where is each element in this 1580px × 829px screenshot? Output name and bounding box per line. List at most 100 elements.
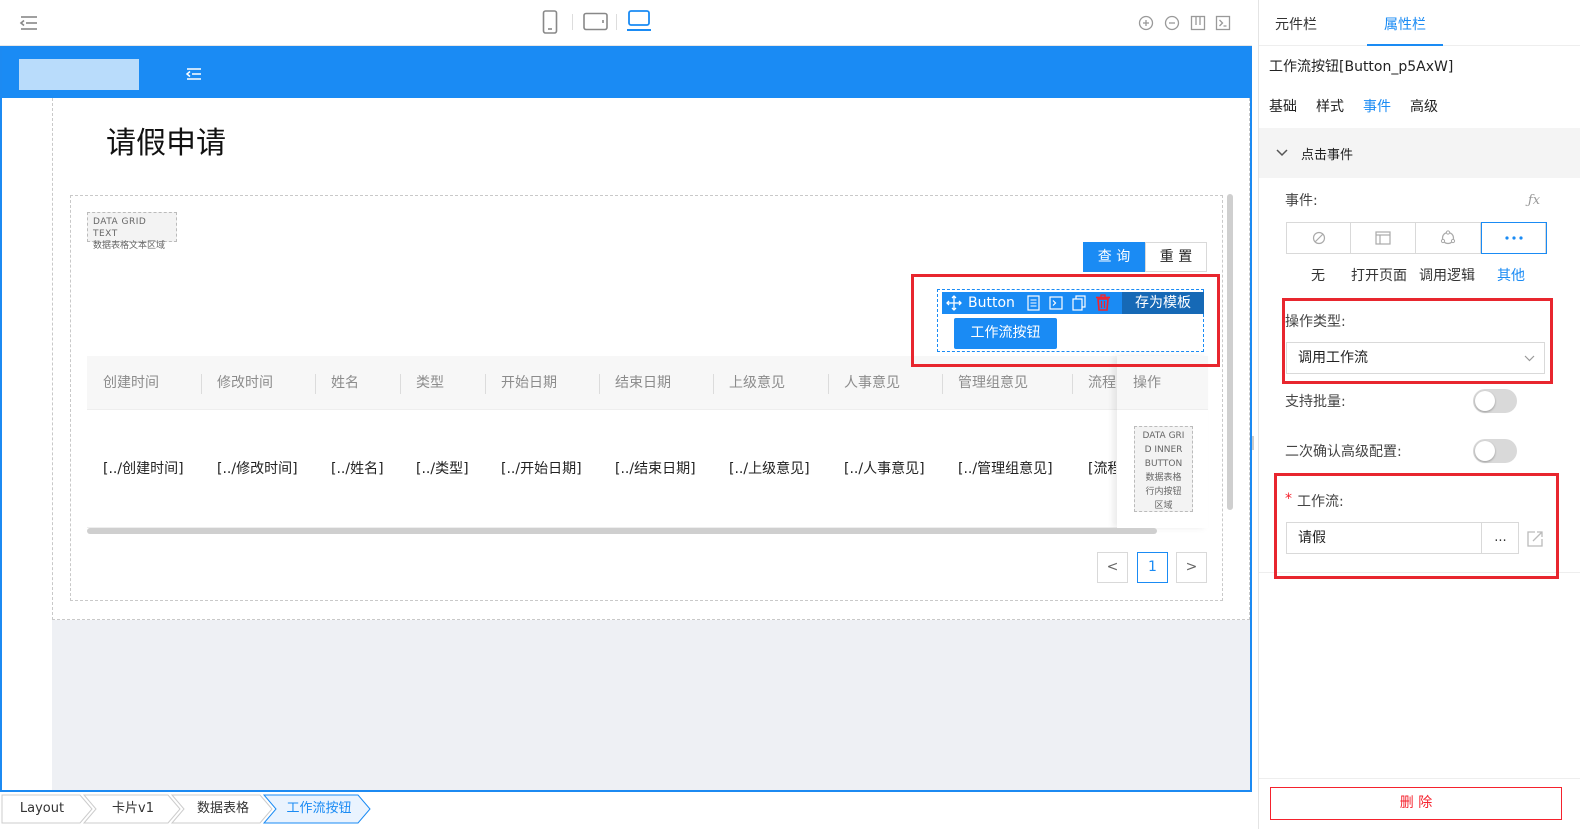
layout-icon[interactable] <box>1188 13 1208 33</box>
vertical-scrollbar[interactable] <box>1227 194 1233 510</box>
tablet-device-icon[interactable] <box>582 10 610 34</box>
table-cell: [../类型] <box>416 461 469 477</box>
subtab-style[interactable]: 样式 <box>1316 96 1344 116</box>
tab-components[interactable]: 元件栏 <box>1275 0 1317 46</box>
column-header: 创建时间 <box>103 375 159 391</box>
section-header[interactable]: 点击事件 <box>1259 128 1580 178</box>
table-cell: [流程 <box>1088 461 1116 477</box>
property-panel: 元件栏 属性栏 工作流按钮[Button_p5AxW] 基础 样式 事件 高级 … <box>1258 0 1580 829</box>
column-separator <box>1072 374 1073 394</box>
table-row: [../创建时间] [../修改时间] [../姓名] [../类型] [../… <box>87 410 1208 528</box>
column-header: 修改时间 <box>217 375 273 391</box>
table-cell: [../结束日期] <box>615 461 696 477</box>
breadcrumb-item[interactable]: Layout <box>6 795 78 823</box>
zoom-in-icon[interactable] <box>1136 13 1156 33</box>
app-header <box>2 48 1250 98</box>
subtab-events[interactable]: 事件 <box>1363 96 1391 116</box>
subtab-advanced[interactable]: 高级 <box>1410 96 1438 116</box>
delete-button[interactable]: 删 除 <box>1270 787 1562 820</box>
column-separator <box>942 374 943 394</box>
fixed-action-column: 操作 DATA GRI D INNER BUTTON 数据表格 行内按钮 区域 <box>1117 356 1208 528</box>
splitter-handle[interactable] <box>1252 436 1254 450</box>
pagination-page-button[interactable]: 1 <box>1137 552 1168 583</box>
placeholder-line: 行内按钮 <box>1145 487 1182 497</box>
open-page-option-icon[interactable] <box>1351 223 1416 253</box>
top-toolbar <box>0 0 1252 46</box>
code-icon[interactable] <box>1213 13 1233 33</box>
column-header: 类型 <box>416 375 444 391</box>
column-separator <box>201 374 202 394</box>
reset-button[interactable]: 重 置 <box>1145 242 1207 272</box>
column-header: 姓名 <box>331 375 359 391</box>
event-option-label[interactable]: 调用逻辑 <box>1419 265 1475 285</box>
event-type-segment <box>1286 222 1547 254</box>
placeholder-line: 数据表格 <box>1145 473 1182 483</box>
panel-tabs: 元件栏 属性栏 <box>1259 0 1580 46</box>
batch-toggle[interactable] <box>1473 389 1517 413</box>
toggle-knob <box>1475 441 1495 461</box>
column-header: 结束日期 <box>615 375 671 391</box>
toggle-knob <box>1475 391 1495 411</box>
event-label: 事件: <box>1285 193 1318 209</box>
placeholder-line: 数据表格文本区域 <box>93 241 166 251</box>
section-title: 点击事件 <box>1301 148 1354 163</box>
table-cell: [../管理组意见] <box>958 461 1053 477</box>
horizontal-scrollbar[interactable] <box>87 528 1157 534</box>
column-header: 人事意见 <box>844 375 900 391</box>
confirm-toggle[interactable] <box>1473 439 1517 463</box>
pagination-next-button[interactable]: > <box>1176 552 1207 583</box>
column-separator <box>713 374 714 394</box>
inner-button-placeholder[interactable]: DATA GRI D INNER BUTTON 数据表格 行内按钮 区域 <box>1134 426 1193 512</box>
subtab-basic[interactable]: 基础 <box>1269 96 1297 116</box>
toolbar-divider <box>572 14 573 30</box>
chevron-down-icon <box>1275 145 1289 161</box>
page-title: 请假申请 <box>106 126 226 161</box>
event-option-label[interactable]: 无 <box>1311 265 1325 285</box>
event-option-label-active[interactable]: 其他 <box>1497 265 1525 285</box>
divider <box>1259 778 1580 779</box>
breadcrumb-item[interactable]: 卡片v1 <box>96 795 170 823</box>
table-cell: [../修改时间] <box>217 461 298 477</box>
confirm-label: 二次确认高级配置: <box>1285 444 1402 460</box>
column-header: 开始日期 <box>501 375 557 391</box>
tab-properties[interactable]: 属性栏 <box>1367 0 1443 46</box>
empty-canvas-area <box>52 620 1250 790</box>
breadcrumb-item[interactable]: 数据表格 <box>184 795 262 823</box>
design-canvas: 请假申请 DATA GRID TEXT 数据表格文本区域 查 询 重 置 But… <box>0 46 1252 792</box>
mobile-device-icon[interactable] <box>540 9 560 35</box>
placeholder-line: DATA GRI <box>1142 431 1185 441</box>
desktop-device-icon[interactable] <box>624 8 654 34</box>
other-option-icon[interactable] <box>1481 222 1547 254</box>
column-separator <box>828 374 829 394</box>
table-cell: [../创建时间] <box>103 461 184 477</box>
none-option-icon[interactable] <box>1287 223 1351 253</box>
query-button[interactable]: 查 询 <box>1083 242 1145 272</box>
column-header: 上级意见 <box>729 375 785 391</box>
batch-label: 支持批量: <box>1285 394 1346 410</box>
table-cell: [../姓名] <box>331 461 384 477</box>
column-separator <box>400 374 401 394</box>
component-title: 工作流按钮[Button_p5AxW] <box>1269 59 1454 75</box>
breadcrumb: Layout 卡片v1 数据表格 工作流按钮 <box>0 792 1252 829</box>
data-grid-text-placeholder[interactable]: DATA GRID TEXT 数据表格文本区域 <box>87 212 177 251</box>
zoom-out-icon[interactable] <box>1162 13 1182 33</box>
menu-fold-icon[interactable] <box>16 12 42 34</box>
breadcrumb-item-active[interactable]: 工作流按钮 <box>276 795 362 823</box>
formula-icon[interactable]: ƒx <box>1525 192 1543 208</box>
placeholder-line: DATA GRID TEXT <box>93 217 147 239</box>
column-separator <box>485 374 486 394</box>
pagination-prev-button[interactable]: < <box>1097 552 1128 583</box>
table-cell: [../上级意见] <box>729 461 810 477</box>
table-cell: [../开始日期] <box>501 461 582 477</box>
placeholder-line: 区域 <box>1154 501 1173 511</box>
column-separator <box>599 374 600 394</box>
logo <box>19 59 139 90</box>
column-separator <box>315 374 316 394</box>
logic-option-icon[interactable] <box>1416 223 1481 253</box>
toolbar-divider <box>616 14 617 30</box>
event-option-label[interactable]: 打开页面 <box>1351 265 1407 285</box>
menu-fold-icon[interactable] <box>184 65 204 83</box>
highlight-box <box>1274 473 1559 579</box>
card-container[interactable]: DATA GRID TEXT 数据表格文本区域 查 询 重 置 Button 存… <box>70 195 1223 601</box>
highlight-box <box>911 274 1220 367</box>
